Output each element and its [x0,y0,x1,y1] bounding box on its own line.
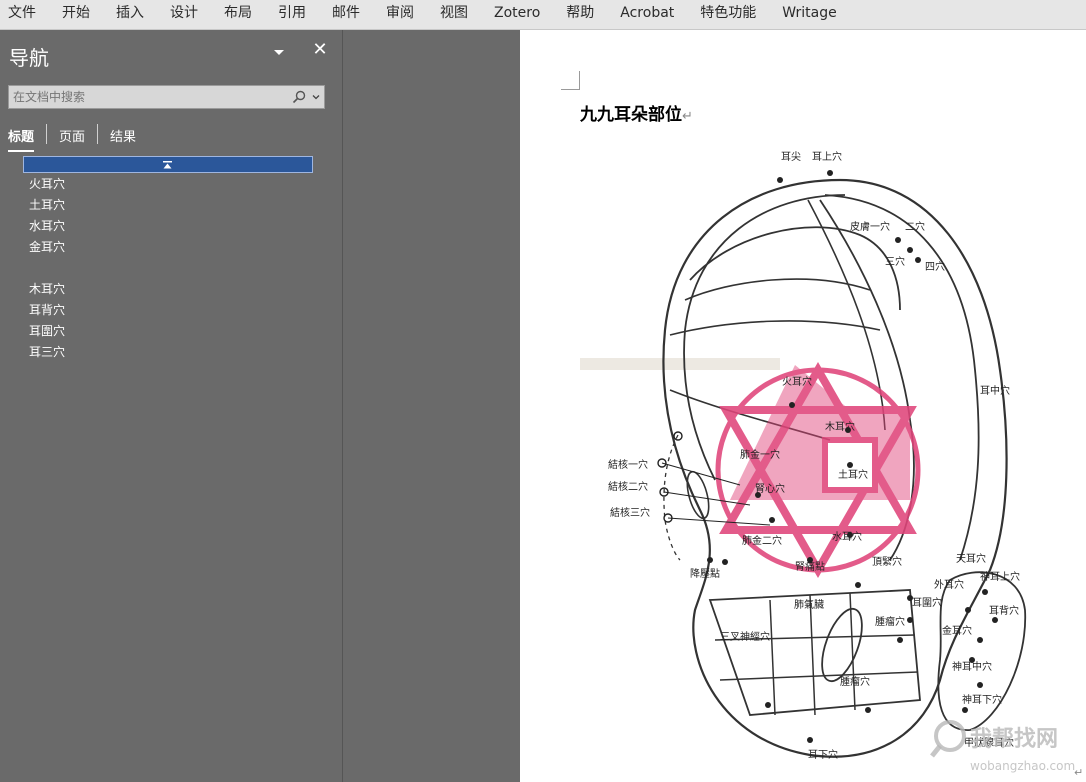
heading-item-three[interactable]: 耳三穴 [29,343,65,361]
paragraph-mark: ↵ [682,109,693,124]
label-ear-lower: 耳下穴 [808,748,838,761]
menu-tab-1[interactable]: 开始 [49,0,103,30]
label-back-upper: 神耳上穴 [980,570,1020,583]
label-wood: 木耳穴 [825,420,855,433]
menu-tab-11[interactable]: Acrobat [607,0,687,30]
ear-acupoint-figure[interactable]: 耳尖 耳上穴 皮膚一穴 二穴 三穴 四穴 火耳穴 木耳穴 土耳穴 水耳穴 肺金一… [580,140,1080,770]
label-ear-tip: 耳尖 [781,150,801,163]
tab-pages[interactable]: 页面 [59,124,85,150]
label-trigeminal: 三叉神經穴 [720,630,770,643]
search-input[interactable] [9,86,279,108]
collapse-up-icon[interactable] [163,161,172,169]
label-tumor-two: 腫瘤穴 [840,675,870,688]
menu-tab-2[interactable]: 插入 [103,0,157,30]
label-three: 三穴 [885,255,905,268]
heading-item-gold[interactable]: 金耳穴 [29,238,65,256]
menu-tab-5[interactable]: 引用 [265,0,319,30]
nav-pane-title: 导航 [9,46,49,70]
tab-headings[interactable]: 标题 [8,124,35,152]
label-nodule-one: 結核一穴 [608,458,648,471]
watermark-url: wobangzhao.com [970,759,1075,773]
menu-tab-7[interactable]: 审阅 [373,0,427,30]
paragraph-end-mark: ↵ [1074,766,1084,779]
label-neck: 頂緊穴 [872,555,902,568]
label-skin: 皮膚一穴 [850,220,890,233]
heading-item-fire[interactable]: 火耳穴 [29,175,65,193]
tab-separator [97,124,99,144]
menu-tab-13[interactable]: Writage [769,0,849,30]
heading-item-water[interactable]: 水耳穴 [29,217,65,235]
tab-separator [46,124,48,144]
chevron-down-icon[interactable] [272,45,286,59]
margin-corner-mark [561,71,580,90]
label-back-outer: 外耳穴 [934,578,964,591]
label-back-top: 天耳穴 [956,552,986,565]
document-heading-text: 九九耳朵部位 [580,105,682,125]
label-kidney-point: 腎痛點 [795,560,825,573]
label-four: 四穴 [925,260,945,273]
heading-item-round[interactable]: 耳圍穴 [29,322,65,340]
label-back-lower: 神耳下穴 [962,693,1002,706]
close-icon[interactable]: ✕ [312,41,328,59]
label-tumor-one: 腫瘤穴 [875,615,905,628]
label-back-gold: 金耳穴 [942,624,972,637]
label-fire: 火耳穴 [782,375,812,388]
document-heading[interactable]: 九九耳朵部位↵ [580,100,693,125]
document-canvas-gutter [344,30,520,782]
label-back-back: 耳背穴 [989,604,1019,617]
menu-tab-12[interactable]: 特色功能 [687,0,769,30]
label-kidney-heart: 腎心穴 [755,482,785,495]
label-nodule-three: 結核三穴 [610,506,650,519]
navigation-pane: 导航 ✕ 标题 页面 结果 火耳穴 土耳穴 水耳穴 金耳穴 木耳穴 耳 [0,30,343,782]
label-back-middle: 神耳中穴 [952,660,992,673]
selected-heading-collapse-bar[interactable] [23,156,313,173]
menu-tab-10[interactable]: 帮助 [553,0,607,30]
search-box[interactable] [8,85,325,109]
nav-tabs: 标题 页面 结果 [8,124,148,152]
heading-item-back[interactable]: 耳背穴 [29,301,65,319]
label-lung-one: 肺金一穴 [740,448,780,461]
label-lung-qi: 肺氣臟 [794,598,824,611]
menu-tab-3[interactable]: 设计 [157,0,211,30]
heading-item-earth[interactable]: 土耳穴 [29,196,65,214]
label-earth: 土耳穴 [838,468,868,481]
watermark-text: 我帮找网 [970,726,1058,752]
ribbon-menu-bar: 文件 开始 插入 设计 布局 引用 邮件 审阅 视图 Zotero 帮助 Acrobat 特色功能 Wri… [0,0,1086,30]
label-lung-two: 肺金二穴 [742,534,782,547]
search-icon[interactable] [292,90,306,104]
label-ear-round: 耳圍穴 [912,596,942,609]
tab-results[interactable]: 结果 [110,124,136,150]
menu-tab-4[interactable]: 布局 [211,0,265,30]
menu-tab-0[interactable]: 文件 [0,0,49,30]
label-nodule-two: 結核二穴 [608,480,648,493]
label-ear-middle: 耳中穴 [980,384,1010,397]
label-water: 水耳穴 [832,530,862,543]
label-ear-upper: 耳上穴 [812,150,842,163]
search-options-chevron-icon[interactable] [311,92,321,102]
menu-tab-9[interactable]: Zotero [481,0,553,30]
heading-item-wood[interactable]: 木耳穴 [29,280,65,298]
menu-tab-8[interactable]: 视图 [427,0,481,30]
label-two: 二穴 [905,220,925,233]
menu-tab-6[interactable]: 邮件 [319,0,373,30]
site-watermark: 我帮找网 wobangzhao.com [930,720,1075,773]
label-blood-pressure: 降壓點 [690,567,720,580]
